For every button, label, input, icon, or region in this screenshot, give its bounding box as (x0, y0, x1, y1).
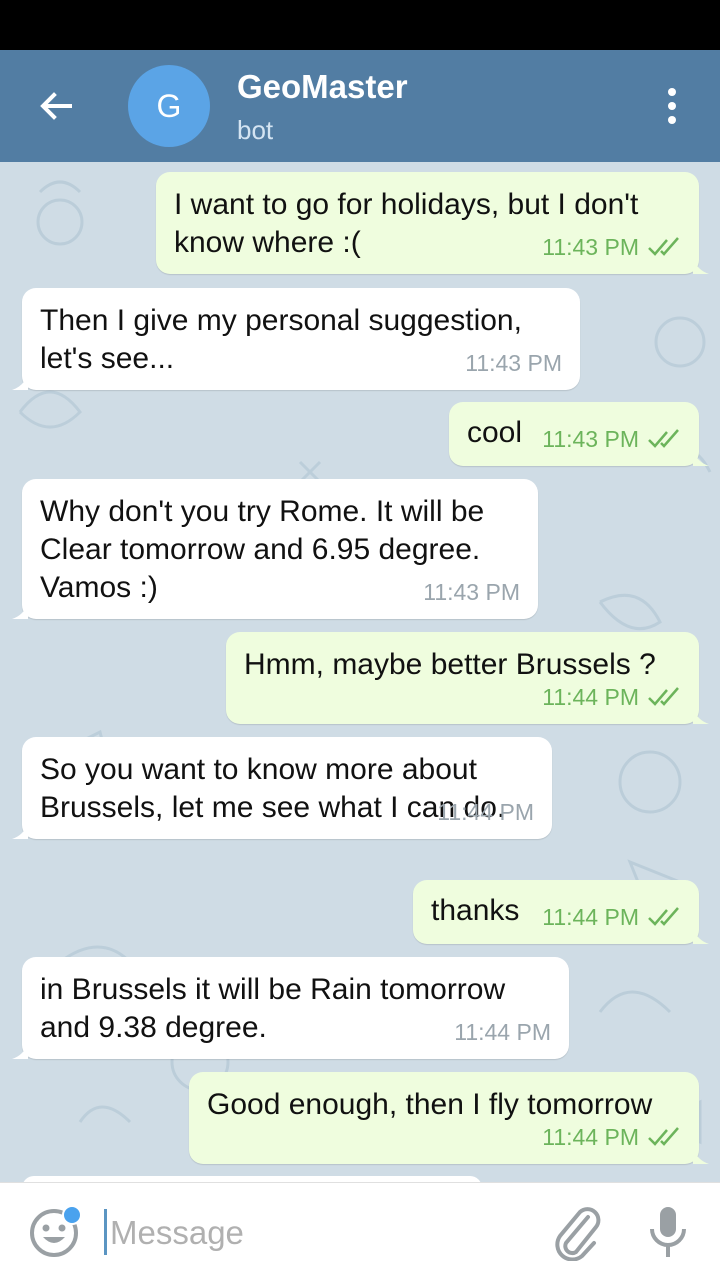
bubble-tail (693, 928, 709, 944)
message-bubble-incoming[interactable]: in Brussels it will be Rain tomorrow and… (12, 957, 569, 1059)
bubble-tail (693, 1148, 709, 1164)
chat-header: G GeoMaster bot (0, 50, 720, 162)
bubble-tail (12, 823, 28, 839)
message-meta: 11:44 PM (542, 678, 681, 716)
message-time: 11:44 PM (542, 684, 639, 710)
message-meta: 11:44 PM (542, 898, 681, 936)
message-bubble-outgoing[interactable]: I want to go for holidays, but I don't k… (156, 172, 709, 274)
message-meta: 11:44 PM (542, 1118, 681, 1156)
chat-title[interactable]: GeoMaster (237, 68, 408, 106)
double-check-icon (648, 687, 679, 706)
message-list[interactable]: I want to go for holidays, but I don't k… (0, 162, 720, 1182)
text-cursor (104, 1209, 107, 1255)
avatar-letter: G (156, 87, 182, 124)
message-meta: 11:43 PM (465, 344, 562, 382)
arrow-left-icon (40, 92, 72, 120)
more-dot (668, 102, 676, 110)
message-time: 11:44 PM (542, 904, 639, 930)
message-time: 11:44 PM (437, 799, 534, 825)
message-input[interactable] (110, 1211, 530, 1255)
message-bubble-incoming[interactable]: Then I give my personal suggestion, let'… (12, 288, 580, 390)
message-bubble-outgoing[interactable]: cool 11:43 PM (449, 402, 709, 466)
message-time: 11:43 PM (542, 234, 639, 260)
bubble-tail (693, 450, 709, 466)
avatar[interactable]: G (128, 65, 210, 147)
double-check-icon (648, 429, 679, 448)
bubble-tail (12, 603, 28, 619)
message-meta: 11:43 PM (542, 228, 681, 266)
message-meta: 11:44 PM (454, 1013, 551, 1051)
bubble-tail (693, 258, 709, 274)
back-button[interactable] (30, 80, 82, 132)
message-bubble-incoming[interactable]: Why don't you try Rome. It will be Clear… (12, 479, 538, 619)
more-dot (668, 116, 676, 124)
message-time: 11:44 PM (542, 1124, 639, 1150)
double-check-icon (648, 237, 679, 256)
message-meta: 11:43 PM (423, 573, 520, 611)
bubble-tail (12, 374, 28, 390)
message-bubble-outgoing[interactable]: thanks 11:44 PM (413, 880, 709, 944)
microphone-icon[interactable] (646, 1203, 690, 1261)
message-time: 11:43 PM (542, 426, 639, 452)
double-check-icon (648, 907, 679, 926)
message-bubble-incoming[interactable]: So you want to know more about Brussels,… (12, 737, 552, 839)
double-check-icon (648, 1127, 679, 1146)
message-time: 11:44 PM (454, 1019, 551, 1045)
more-dots-icon (668, 88, 676, 96)
paperclip-icon[interactable] (552, 1203, 602, 1261)
more-options-button[interactable] (650, 78, 694, 134)
bubble-tail (693, 708, 709, 724)
message-bubble-outgoing[interactable]: Hmm, maybe better Brussels ? 11:44 PM (226, 632, 709, 724)
message-time: 11:43 PM (423, 579, 520, 605)
message-bubble-outgoing[interactable]: Good enough, then I fly tomorrow 11:44 P… (189, 1072, 709, 1164)
message-composer (0, 1182, 720, 1280)
emoji-badge-dot (62, 1205, 82, 1225)
status-bar (0, 0, 720, 50)
chat-status: bot (237, 115, 274, 145)
message-meta: 11:44 PM (437, 793, 534, 831)
bubble-tail (12, 1043, 28, 1059)
message-time: 11:43 PM (465, 350, 562, 376)
message-meta: 11:43 PM (542, 420, 681, 458)
